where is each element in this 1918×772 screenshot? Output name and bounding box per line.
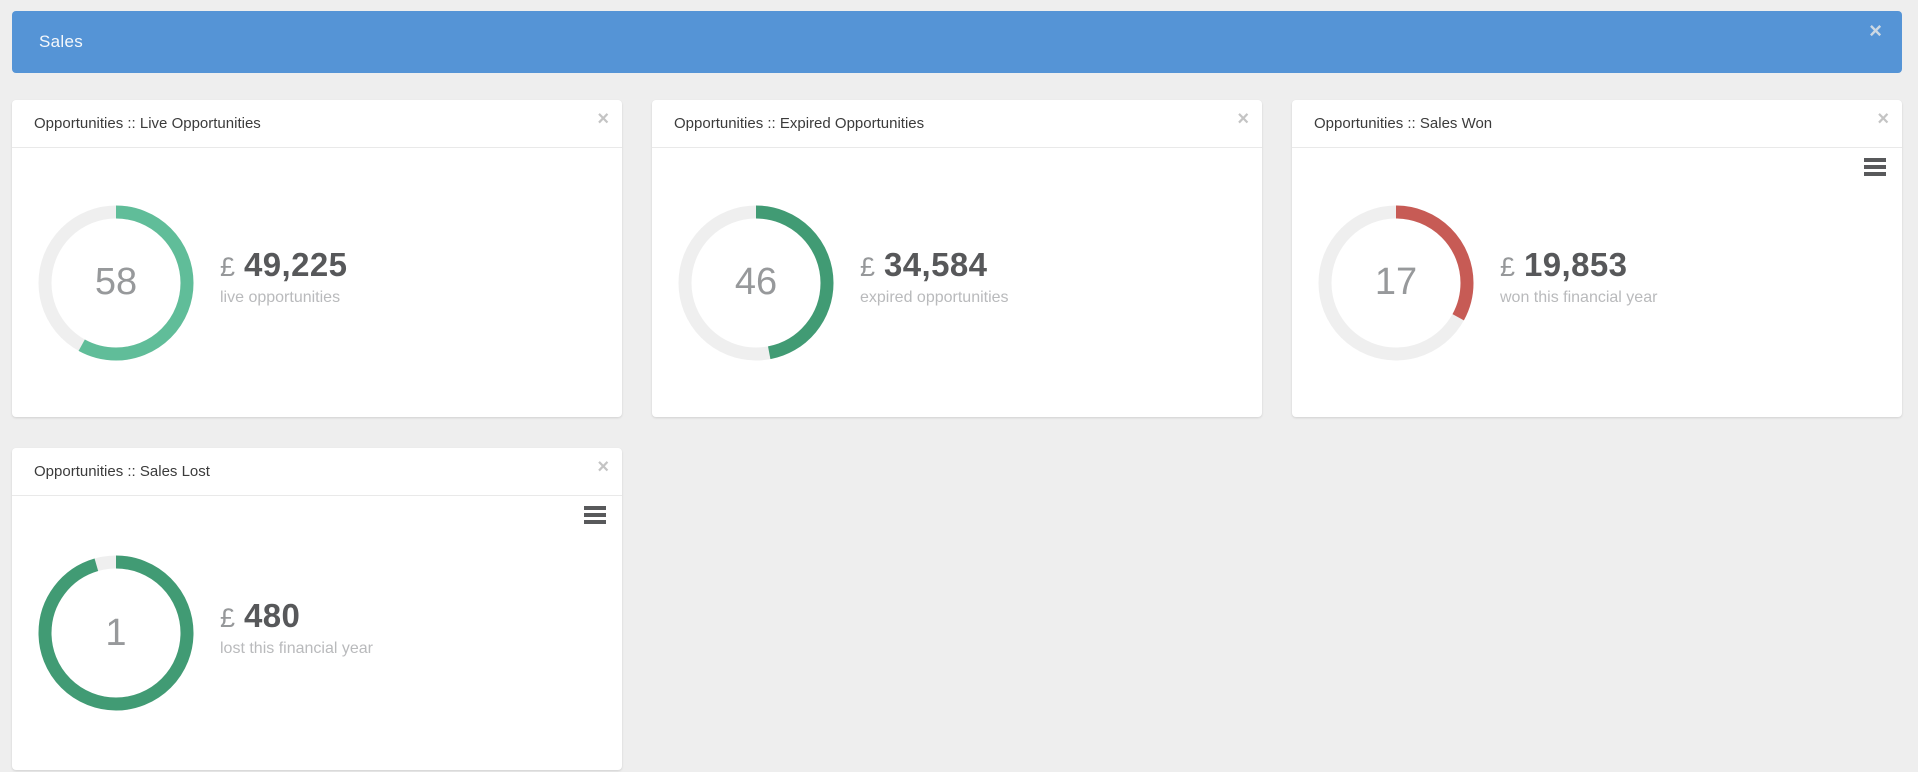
dashlet-header: Opportunities :: Sales Lost × (12, 448, 622, 496)
dashlet-body: 1 £ 480 lost this financial year (12, 496, 622, 770)
sales-dashboard: Sales × Opportunities :: Live Opportunit… (0, 0, 1918, 772)
dashlet-header: Opportunities :: Live Opportunities × (12, 100, 622, 148)
dashlet-body: 46 £ 34,584 expired opportunities (652, 148, 1262, 417)
metric-label: won this financial year (1500, 289, 1658, 306)
dashlet-body: 58 £ 49,225 live opportunities (12, 148, 622, 417)
currency-symbol: £ (1500, 252, 1516, 282)
metric-block: £ 19,853 won this financial year (1500, 246, 1657, 319)
amount-value: 34,584 (884, 246, 988, 283)
currency-symbol: £ (860, 252, 876, 282)
gauge-count: 46 (734, 261, 778, 303)
dashlet-close-icon[interactable]: × (597, 109, 609, 129)
card-expired-opportunities: Opportunities :: Expired Opportunities ×… (652, 100, 1262, 417)
dashlet-grid: Opportunities :: Live Opportunities × 58… (12, 100, 1902, 770)
amount-value: 480 (244, 596, 301, 634)
dashlet-close-icon[interactable]: × (597, 457, 609, 477)
dashboard-close-icon[interactable]: × (1869, 20, 1882, 42)
metric-label: live opportunities (220, 289, 341, 306)
dashboard-header: Sales × (12, 11, 1902, 73)
card-sales-won: Opportunities :: Sales Won × 17 £ 19,853 (1292, 100, 1902, 417)
hamburger-menu-icon[interactable] (584, 506, 606, 524)
currency-symbol: £ (220, 252, 236, 282)
donut-gauge: 17 (1318, 205, 1474, 361)
hamburger-menu-icon[interactable] (1864, 158, 1886, 176)
card-live-opportunities: Opportunities :: Live Opportunities × 58… (12, 100, 622, 417)
dashlet-title: Opportunities :: Sales Won (1314, 115, 1493, 132)
dashlet-title: Opportunities :: Live Opportunities (34, 115, 261, 132)
amount-value: 49,225 (244, 246, 348, 283)
dashlet-header: Opportunities :: Expired Opportunities × (652, 100, 1262, 148)
metric-label: lost this financial year (220, 639, 373, 657)
metric-block: £ 34,584 expired opportunities (860, 246, 1009, 319)
currency-symbol: £ (220, 602, 236, 633)
amount-line: £ 19,853 (1500, 246, 1657, 284)
gauge-count: 1 (105, 611, 127, 654)
amount-line: £ 480 (220, 597, 373, 635)
donut-gauge: 1 (38, 555, 194, 711)
dashlet-title: Opportunities :: Expired Opportunities (674, 115, 925, 132)
metric-label: expired opportunities (860, 289, 1009, 306)
metric-block: £ 480 lost this financial year (220, 597, 373, 670)
dashlet-close-icon[interactable]: × (1877, 109, 1889, 129)
amount-value: 19,853 (1524, 246, 1628, 283)
dashboard-title: Sales (39, 32, 84, 51)
donut-gauge: 46 (678, 205, 834, 361)
card-sales-lost: Opportunities :: Sales Lost × 1 £ 480 lo… (12, 448, 622, 770)
amount-line: £ 34,584 (860, 246, 1009, 284)
gauge-count: 58 (94, 261, 138, 303)
dashlet-body: 17 £ 19,853 won this financial year (1292, 148, 1902, 417)
dashlet-header: Opportunities :: Sales Won × (1292, 100, 1902, 148)
dashlet-title: Opportunities :: Sales Lost (34, 463, 210, 480)
donut-gauge: 58 (38, 205, 194, 361)
amount-line: £ 49,225 (220, 246, 347, 284)
dashlet-close-icon[interactable]: × (1237, 109, 1249, 129)
gauge-count: 17 (1374, 261, 1418, 303)
metric-block: £ 49,225 live opportunities (220, 246, 347, 319)
